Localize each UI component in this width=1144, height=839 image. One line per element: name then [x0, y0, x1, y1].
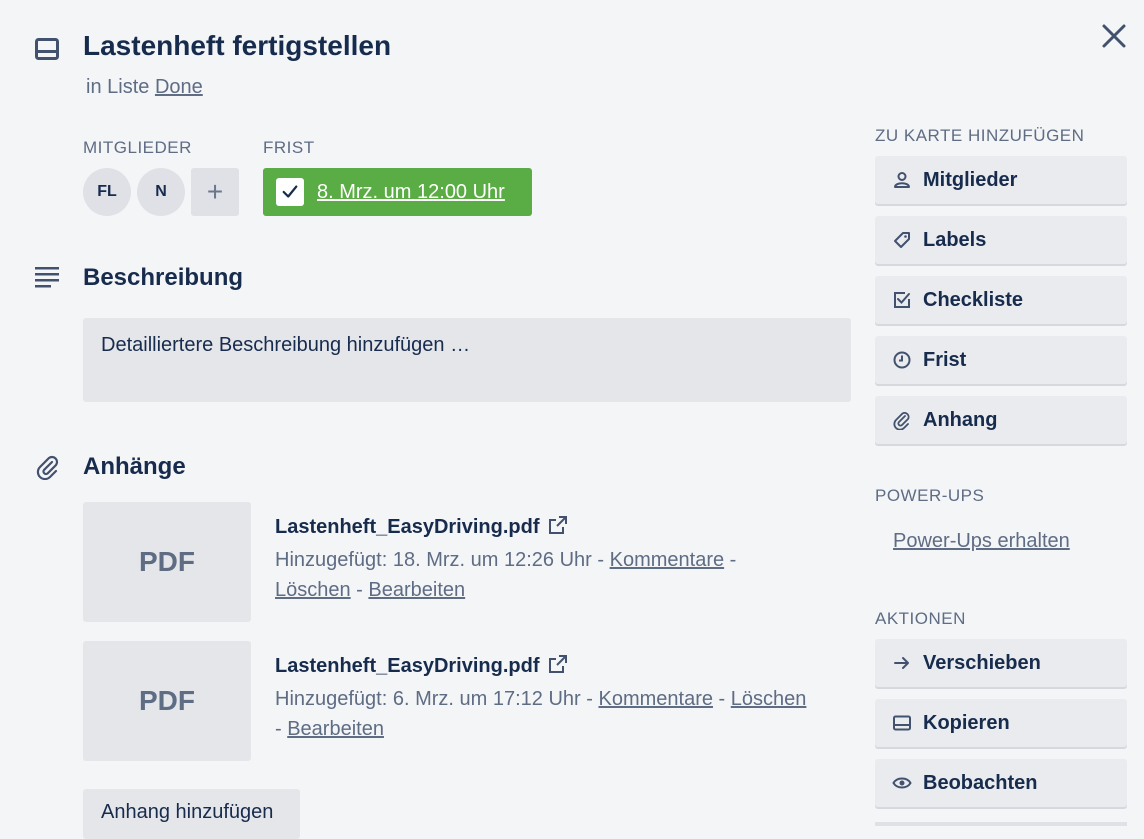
attachment-name-row: Lastenheft_EasyDriving.pdf — [275, 515, 845, 539]
labels-button[interactable]: Labels — [875, 216, 1127, 264]
members-button-label: Mitglieder — [923, 168, 1018, 191]
attachments-title: Anhänge — [83, 453, 186, 480]
comment-link[interactable]: Kommentare — [610, 549, 725, 571]
arrow-right-icon — [894, 657, 909, 669]
attachment-meta: Hinzugefügt: 18. Mrz. um 12:26 Uhr - Kom… — [275, 549, 737, 601]
avatar[interactable]: N — [137, 168, 185, 216]
attachment-item: Lastenheft_EasyDriving.pdf Hinzugefügt: … — [275, 515, 845, 605]
list-name-link[interactable]: Done — [155, 76, 203, 98]
attachment-button-label: Anhang — [923, 408, 998, 431]
labels-button-label: Labels — [923, 228, 987, 251]
delete-link[interactable]: Löschen — [275, 579, 351, 601]
avatar[interactable]: FL — [83, 168, 131, 216]
attachment-name-row: Lastenheft_EasyDriving.pdf — [275, 654, 845, 678]
due-date-button[interactable]: Frist — [875, 336, 1127, 384]
attachment-added: Hinzugefügt: 6. Mrz. um 17:12 Uhr — [275, 688, 581, 710]
add-to-card-label: ZU KARTE HINZUFÜGEN — [875, 126, 1085, 145]
watch-button[interactable]: Beobachten — [875, 759, 1127, 807]
card-title[interactable]: Lastenheft fertigstellen — [83, 30, 391, 62]
move-button[interactable]: Verschieben — [875, 639, 1127, 687]
members-button[interactable]: Mitglieder — [875, 156, 1127, 204]
attachment-thumbnail[interactable]: PDF — [83, 502, 251, 622]
close-icon[interactable] — [1100, 22, 1128, 50]
card-icon — [35, 38, 59, 60]
copy-button[interactable]: Kopieren — [875, 699, 1127, 747]
comment-link[interactable]: Kommentare — [598, 688, 713, 710]
get-powerups-link[interactable]: Power-Ups erhalten — [893, 530, 1070, 553]
external-link-icon[interactable] — [548, 515, 568, 535]
list-info: in Liste Done — [86, 76, 203, 99]
due-date-button-label: Frist — [923, 348, 967, 371]
powerups-label: POWER-UPS — [875, 486, 985, 505]
actions-label: AKTIONEN — [875, 609, 966, 628]
due-complete-checkbox[interactable] — [276, 178, 304, 206]
person-icon — [894, 172, 910, 188]
delete-link[interactable]: Löschen — [731, 688, 807, 710]
clock-icon — [893, 351, 911, 369]
check-icon — [282, 185, 298, 198]
checklist-button[interactable]: Checkliste — [875, 276, 1127, 324]
tag-icon — [894, 232, 910, 248]
attachment-name[interactable]: Lastenheft_EasyDriving.pdf — [275, 516, 540, 538]
edit-link[interactable]: Bearbeiten — [368, 579, 465, 601]
due-date-text: 8. Mrz. um 12:00 Uhr — [317, 180, 505, 203]
edit-link[interactable]: Bearbeiten — [287, 718, 384, 740]
card-icon — [893, 715, 911, 731]
eye-icon — [892, 777, 912, 789]
paperclip-icon — [893, 412, 910, 430]
attachment-button[interactable]: Anhang — [875, 396, 1127, 444]
description-icon — [35, 265, 61, 291]
external-link-icon[interactable] — [548, 654, 568, 674]
description-input[interactable]: Detailliertere Beschreibung hinzufügen … — [83, 318, 851, 402]
plus-icon: + — [206, 176, 224, 207]
description-title: Beschreibung — [83, 264, 244, 291]
copy-button-label: Kopieren — [923, 711, 1010, 734]
due-label: FRIST — [263, 138, 315, 157]
divider — [875, 822, 1127, 826]
members-label: MITGLIEDER — [83, 138, 192, 157]
attachment-meta: Hinzugefügt: 6. Mrz. um 17:12 Uhr - Komm… — [275, 688, 807, 740]
attachment-item: Lastenheft_EasyDriving.pdf Hinzugefügt: … — [275, 654, 845, 744]
add-member-button[interactable]: + — [191, 168, 239, 216]
attachment-thumbnail[interactable]: PDF — [83, 641, 251, 761]
attachment-added: Hinzugefügt: 18. Mrz. um 12:26 Uhr — [275, 549, 592, 571]
checklist-button-label: Checkliste — [923, 288, 1024, 311]
paperclip-icon — [35, 454, 61, 481]
attachment-name[interactable]: Lastenheft_EasyDriving.pdf — [275, 655, 540, 677]
checklist-icon — [894, 292, 910, 308]
watch-button-label: Beobachten — [923, 771, 1038, 794]
move-button-label: Verschieben — [923, 651, 1041, 674]
list-prefix: in Liste — [86, 76, 150, 98]
due-date-badge[interactable]: 8. Mrz. um 12:00 Uhr — [263, 168, 532, 216]
